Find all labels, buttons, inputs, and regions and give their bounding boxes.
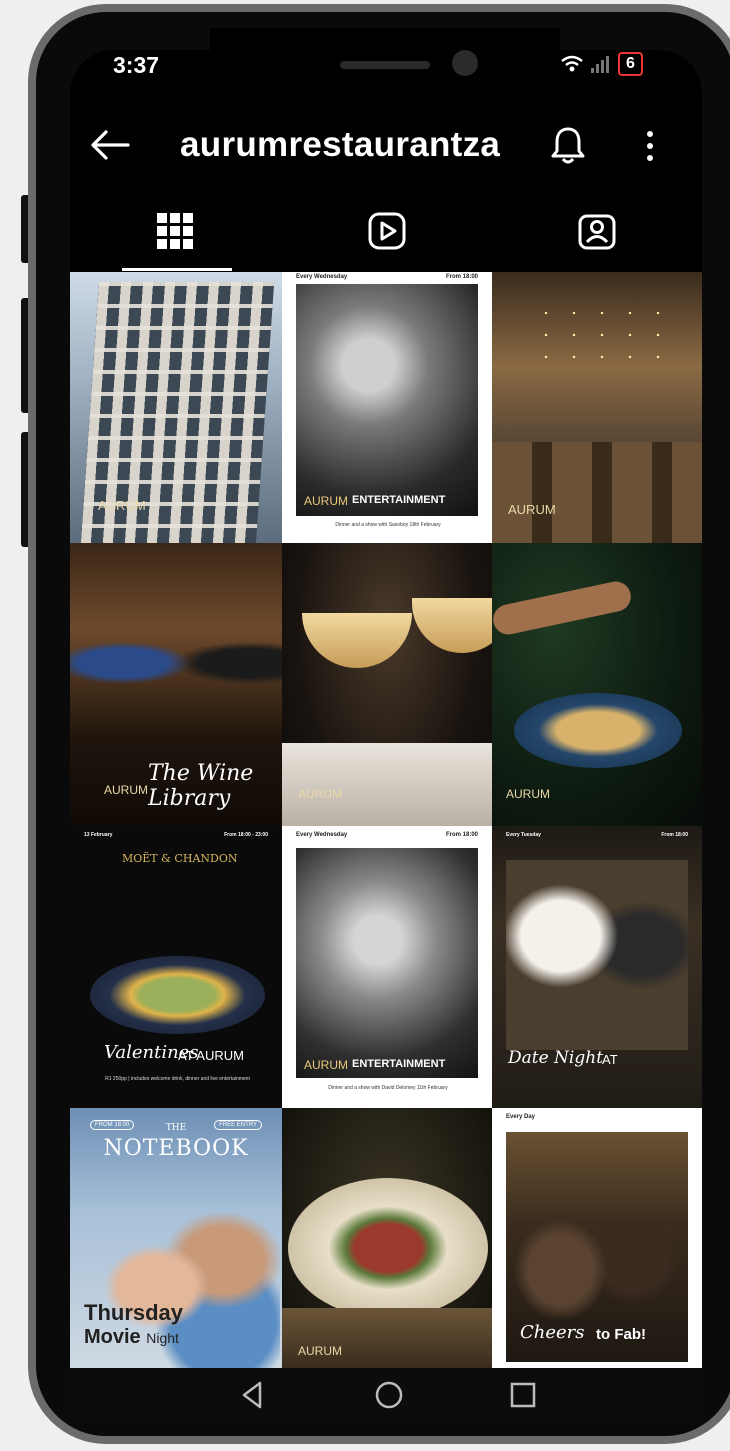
post-title: AT <box>602 1052 618 1067</box>
hand-garnishing <box>492 578 634 638</box>
valentines-plate <box>90 956 265 1034</box>
profile-tabs <box>70 190 702 272</box>
plate <box>288 1178 488 1318</box>
more-options-icon[interactable] <box>640 126 660 166</box>
posts-grid: AURUM Every Wednesday From 18:00 AURUM E… <box>70 272 702 1368</box>
post-caption: Dinner and a show with David Delomey 11t… <box>328 1085 448 1091</box>
movie-title: NOTEBOOK <box>103 1136 249 1161</box>
poster-top-left: Every Wednesday <box>296 832 348 838</box>
wifi-icon <box>561 55 583 72</box>
post-date-night[interactable]: Every Tuesday From 18:00 Date Night AT <box>492 826 702 1108</box>
back-arrow-icon[interactable] <box>90 128 130 162</box>
event-line-2-bold: Movie <box>84 1326 141 1348</box>
signal-icon <box>591 56 609 73</box>
post-brand: AURUM <box>304 494 348 508</box>
post-caption: Dinner and a show with Saxoboy 18th Febr… <box>335 522 441 528</box>
violin-photo <box>296 848 478 1078</box>
phone-notch <box>210 28 560 98</box>
tab-posts-grid[interactable] <box>70 190 280 272</box>
post-cheers-to-fab[interactable]: Every Day Cheers to Fab! <box>492 1108 702 1368</box>
table-cloth <box>282 743 492 826</box>
poster-top-right: From 18:00 <box>445 274 478 280</box>
post-title: ENTERTAINMENT <box>352 1058 446 1070</box>
grid-icon <box>157 213 193 249</box>
system-navigation-bar <box>70 1368 702 1418</box>
tab-tagged[interactable] <box>492 190 702 272</box>
post-valentines[interactable]: 13 February From 18:00 - 23:00 MOËT & CH… <box>70 826 282 1108</box>
poster-top-left: Every Tuesday <box>506 832 541 838</box>
profile-username: aurumrestaurantza <box>180 125 501 164</box>
poster-top-left: 13 February <box>84 832 113 838</box>
nav-home-circle-icon[interactable] <box>372 1378 406 1412</box>
post-caption: R1 250pp | includes welcome drink, dinne… <box>105 1076 250 1082</box>
saxophone-photo <box>296 284 478 516</box>
post-title: AT AURUM <box>178 1048 244 1063</box>
status-icons: 6 <box>560 52 643 76</box>
poster-top-right: From 18:00 <box>445 832 478 838</box>
poster-top-left: Every Day <box>506 1114 536 1120</box>
movie-pre-title: THE <box>165 1123 187 1133</box>
couple-at-bar <box>70 613 282 713</box>
wood-board <box>282 1308 492 1368</box>
post-logo: AURUM <box>508 502 556 517</box>
poster-top-left: Every Wednesday <box>296 274 348 280</box>
poster-top-right: From 18:00 <box>661 832 688 838</box>
post-script-title: Date Night <box>508 1048 604 1068</box>
active-tab-indicator <box>122 268 232 271</box>
cocktail-glass-right <box>412 598 492 653</box>
nav-recents-square-icon[interactable] <box>506 1378 540 1412</box>
event-line-1: Thursday <box>84 1300 184 1325</box>
poster-top-right: From 18:00 - 23:00 <box>224 832 268 838</box>
post-garnish-dish[interactable]: AURUM <box>492 543 702 826</box>
profile-header: aurumrestaurantza <box>70 110 702 180</box>
post-brand: MOËT & CHANDON <box>122 852 238 865</box>
post-plated-dish[interactable]: AURUM <box>282 1108 492 1368</box>
post-wine-library[interactable]: The Wine Library AURUM <box>70 543 282 826</box>
post-script-title: The Wine Library <box>148 761 254 811</box>
tab-reels[interactable] <box>282 190 492 272</box>
reels-play-icon <box>368 212 406 250</box>
post-logo: AURUM <box>98 498 146 513</box>
dining-chairs <box>492 442 702 543</box>
post-script-title: Cheers <box>520 1322 585 1343</box>
post-tower-building[interactable]: AURUM <box>70 272 282 543</box>
tagged-person-icon <box>578 214 616 250</box>
cocktail-glass-left <box>302 613 412 668</box>
status-time: 3:37 <box>113 52 160 78</box>
post-logo: AURUM <box>104 783 148 797</box>
blue-bowl <box>514 693 682 768</box>
interior-lights <box>532 302 672 362</box>
event-line-2: Movie Night <box>84 1326 179 1349</box>
battery-indicator: 6 <box>618 52 643 76</box>
post-brand: AURUM <box>304 1058 348 1072</box>
post-violin-entertainment[interactable]: Every Wednesday From 18:00 AURUM ENTERTA… <box>282 826 492 1108</box>
post-logo: AURUM <box>298 787 342 801</box>
post-notebook-movie-night[interactable]: FROM 18:00 FREE ENTRY THE NOTEBOOK Thurs… <box>70 1108 282 1368</box>
event-line-2-light: Night <box>146 1330 179 1346</box>
post-saxophone-entertainment[interactable]: Every Wednesday From 18:00 AURUM ENTERTA… <box>282 272 492 543</box>
nav-back-triangle-icon[interactable] <box>236 1378 270 1412</box>
post-logo: AURUM <box>506 787 550 801</box>
post-logo: AURUM <box>298 1344 342 1358</box>
post-cocktails[interactable]: AURUM <box>282 543 492 826</box>
front-camera <box>452 50 478 76</box>
post-title: to Fab! <box>596 1326 646 1343</box>
bell-icon[interactable] <box>550 125 586 165</box>
earpiece-speaker <box>340 61 430 69</box>
post-restaurant-interior[interactable]: AURUM <box>492 272 702 543</box>
post-title: ENTERTAINMENT <box>352 494 446 506</box>
couple-photo <box>506 860 688 1050</box>
